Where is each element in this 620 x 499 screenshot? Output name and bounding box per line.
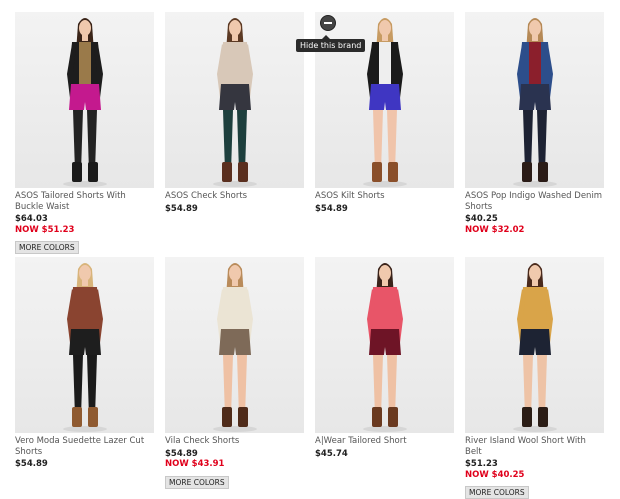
product-image[interactable]	[465, 12, 604, 188]
product-name[interactable]: ASOS Pop Indigo Washed Denim Shorts	[465, 191, 604, 212]
product-image[interactable]	[15, 12, 154, 188]
sale-price: NOW $32.02	[465, 224, 525, 235]
product-price: $51.23	[465, 459, 498, 469]
product-card[interactable]: Vero Moda Suedette Lazer Cut Shorts $54.…	[15, 257, 154, 470]
sale-price: NOW $40.25	[465, 469, 525, 480]
product-price: $54.89	[315, 203, 348, 214]
product-price: $45.74	[315, 448, 348, 459]
more-colors-button[interactable]: MORE COLORS	[165, 475, 229, 489]
product-name[interactable]: ASOS Tailored Shorts With Buckle Waist	[15, 191, 154, 212]
model-figure	[63, 263, 107, 432]
product-name[interactable]: ASOS Check Shorts	[165, 191, 304, 202]
product-name[interactable]: River Island Wool Short With Belt	[465, 436, 604, 457]
product-card[interactable]: ASOS Check Shorts $54.89	[165, 12, 304, 214]
product-price: $54.89	[165, 448, 198, 459]
product-image[interactable]	[165, 12, 304, 188]
model-figure	[363, 263, 407, 432]
more-colors-button[interactable]: MORE COLORS	[465, 486, 529, 499]
product-image[interactable]	[165, 257, 304, 433]
product-card[interactable]: ASOS Tailored Shorts With Buckle Waist $…	[15, 12, 154, 254]
hide-brand-tooltip: Hide this brand	[296, 35, 366, 52]
product-image[interactable]	[15, 257, 154, 433]
product-name[interactable]: A|Wear Tailored Short	[315, 436, 454, 447]
minus-circle-icon[interactable]	[320, 15, 336, 31]
product-card[interactable]: A|Wear Tailored Short $45.74	[315, 257, 454, 459]
model-figure	[213, 18, 257, 187]
more-colors-button[interactable]: MORE COLORS	[15, 241, 79, 254]
product-name[interactable]: ASOS Kilt Shorts	[315, 191, 454, 202]
product-price: $54.89	[165, 203, 198, 214]
product-name[interactable]: Vila Check Shorts	[165, 436, 304, 447]
product-price: $64.03	[15, 214, 48, 224]
product-card[interactable]: Vila Check Shorts $54.89 NOW $43.91 MORE…	[165, 257, 304, 489]
product-card[interactable]: River Island Wool Short With Belt $51.23…	[465, 257, 604, 499]
product-card[interactable]: ASOS Pop Indigo Washed Denim Shorts $40.…	[465, 12, 604, 235]
product-price: $40.25	[465, 214, 498, 224]
model-figure	[213, 263, 257, 432]
sale-price: NOW $43.91	[165, 459, 225, 469]
product-image[interactable]	[465, 257, 604, 433]
model-figure	[513, 263, 557, 432]
product-image[interactable]	[315, 257, 454, 433]
model-figure	[513, 18, 557, 187]
product-price: $54.89	[15, 459, 48, 469]
product-name[interactable]: Vero Moda Suedette Lazer Cut Shorts	[15, 436, 154, 457]
model-figure	[63, 18, 107, 187]
sale-price: NOW $51.23	[15, 224, 75, 235]
